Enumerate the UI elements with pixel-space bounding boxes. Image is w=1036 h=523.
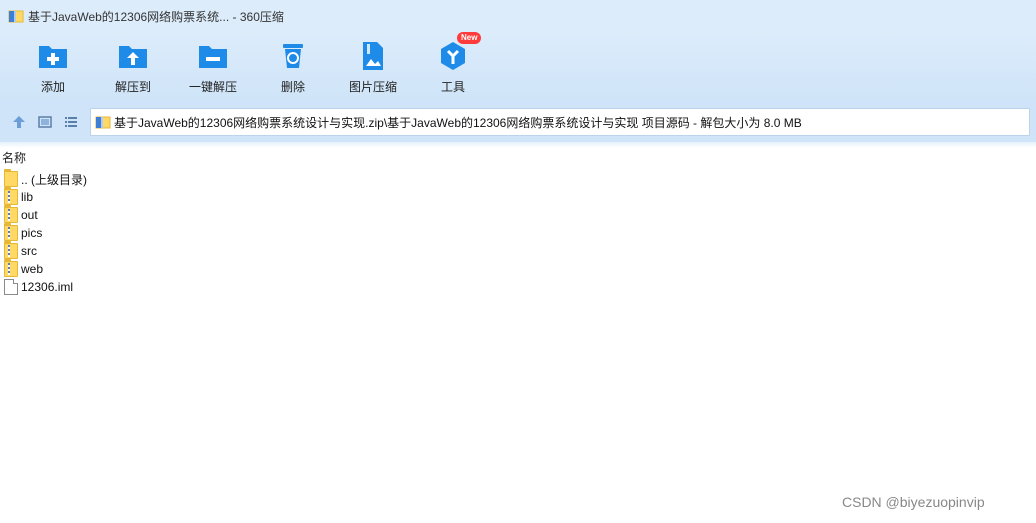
image-compress-button[interactable]: 图片压缩 xyxy=(333,32,413,102)
delete-label: 删除 xyxy=(280,80,305,94)
toolbar-divider xyxy=(0,142,1036,148)
list-view-icon xyxy=(65,117,77,127)
one-click-extract-button[interactable]: 一键解压 xyxy=(173,32,253,102)
folder-icon xyxy=(4,259,18,277)
title-bar: 基于JavaWeb的12306网络购票系统... - 360压缩 xyxy=(0,0,1036,32)
image-compress-label: 图片压缩 xyxy=(348,80,397,94)
delete-button[interactable]: 删除 xyxy=(253,32,333,102)
new-badge: New xyxy=(457,32,482,44)
list-item[interactable]: 12306.iml xyxy=(0,278,400,296)
list-view-button[interactable] xyxy=(58,109,84,135)
app-window: 基于JavaWeb的12306网络购票系统... - 360压缩 添加 解压到 xyxy=(0,0,1036,523)
address-path: 基于JavaWeb的12306网络购票系统设计与实现.zip\基于JavaWeb… xyxy=(114,115,802,130)
image-compress-icon xyxy=(357,40,389,72)
extract-to-label: 解压到 xyxy=(114,80,151,94)
thumbnail-view-button[interactable] xyxy=(32,109,58,135)
address-bar[interactable]: 基于JavaWeb的12306网络购票系统设计与实现.zip\基于JavaWeb… xyxy=(90,108,1030,136)
address-row: 基于JavaWeb的12306网络购票系统设计与实现.zip\基于JavaWeb… xyxy=(0,102,1036,142)
window-title: 基于JavaWeb的12306网络购票系统... - 360压缩 xyxy=(28,9,284,24)
file-list: .. (上级目录) lib out pics src web 12306.iml xyxy=(0,169,400,296)
tools-label: 工具 xyxy=(440,80,465,94)
list-item[interactable]: .. (上级目录) xyxy=(0,169,400,188)
one-click-extract-icon xyxy=(197,40,229,72)
one-click-extract-label: 一键解压 xyxy=(188,80,237,94)
file-name: .. (上级目录) xyxy=(21,172,87,187)
folder-icon xyxy=(4,187,18,205)
list-item[interactable]: web xyxy=(0,259,400,278)
file-name: 12306.iml xyxy=(21,280,74,294)
archive-icon xyxy=(95,114,111,130)
folder-icon xyxy=(4,241,18,259)
tools-icon xyxy=(437,40,469,72)
arrow-up-icon xyxy=(13,116,25,128)
file-name: out xyxy=(21,208,38,222)
file-name: src xyxy=(21,244,37,258)
add-label: 添加 xyxy=(40,80,65,94)
extract-to-button[interactable]: 解压到 xyxy=(93,32,173,102)
delete-trash-icon xyxy=(277,40,309,72)
add-button[interactable]: 添加 xyxy=(13,32,93,102)
file-name: pics xyxy=(21,226,43,240)
list-item[interactable]: out xyxy=(0,205,400,224)
add-folder-icon xyxy=(37,40,69,72)
folder-icon xyxy=(4,223,18,241)
watermark: CSDN @biyezuopinvip xyxy=(842,494,985,510)
folder-icon xyxy=(4,169,18,187)
main-toolbar: 添加 解压到 一键解压 删除 图片压缩 New 工具 xyxy=(0,32,1036,102)
list-item[interactable]: lib xyxy=(0,187,400,206)
file-name: lib xyxy=(21,190,34,204)
list-item[interactable]: src xyxy=(0,241,400,260)
archive-app-icon xyxy=(8,8,24,24)
up-level-button[interactable] xyxy=(6,109,32,135)
list-item[interactable]: pics xyxy=(0,223,400,242)
file-name: web xyxy=(21,262,44,276)
thumbnail-view-icon xyxy=(38,116,52,128)
tools-button[interactable]: New 工具 xyxy=(413,32,493,102)
extract-to-icon xyxy=(117,40,149,72)
file-icon xyxy=(4,279,18,295)
folder-icon xyxy=(4,205,18,223)
column-header-label: 名称 xyxy=(2,150,27,165)
column-header-name[interactable]: 名称 xyxy=(0,148,26,166)
